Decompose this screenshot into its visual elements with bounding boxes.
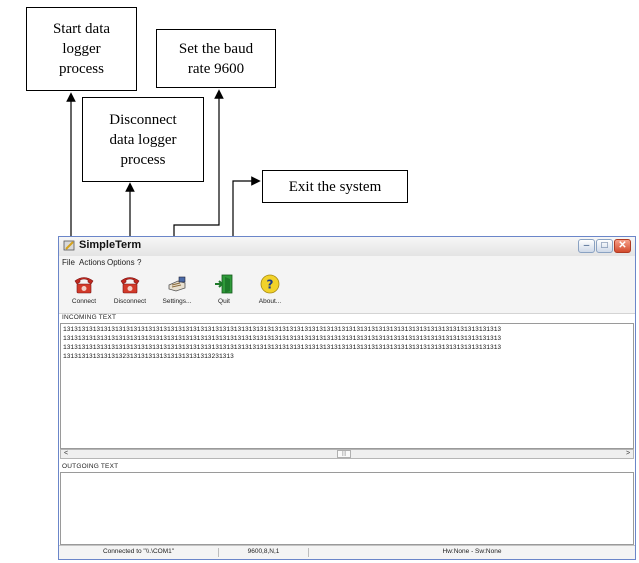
close-button[interactable]: ✕: [614, 239, 631, 253]
quit-label: Quit: [218, 298, 230, 305]
status-flow-control: Hw:None - Sw:None: [442, 548, 502, 555]
menu-help[interactable]: ?: [137, 258, 141, 267]
about-button[interactable]: ? About...: [247, 272, 293, 310]
menu-options[interactable]: Options: [107, 258, 135, 267]
quit-button[interactable]: Quit: [201, 272, 247, 310]
menu-file[interactable]: File: [62, 258, 75, 267]
outgoing-text-label: OUTGOING TEXT: [62, 463, 119, 470]
disconnect-button[interactable]: Disconnect: [107, 272, 153, 310]
status-bar: Connected to "\\.\COM1" 9600,8,N,1 Hw:No…: [59, 545, 635, 559]
connect-label: Connect: [71, 298, 97, 305]
incoming-line: 1313131313131313131313131313131313131313…: [63, 335, 502, 342]
incoming-line: 1313131313131313131313131313131313131313…: [63, 326, 502, 333]
minimize-button[interactable]: –: [578, 239, 595, 253]
incoming-line: 1313131313131313231313131313131313131313…: [63, 353, 234, 360]
scroll-thumb[interactable]: |||: [337, 450, 351, 458]
simpleterm-window: SimpleTerm – □ ✕ File Actions Options ? …: [58, 236, 636, 560]
maximize-button[interactable]: □: [596, 239, 613, 253]
question-icon: ?: [260, 274, 280, 294]
horizontal-scrollbar[interactable]: < ||| >: [60, 449, 634, 459]
title-bar[interactable]: SimpleTerm – □ ✕: [59, 237, 635, 257]
settings-button[interactable]: Settings...: [154, 272, 200, 310]
outgoing-text-area[interactable]: [60, 472, 634, 545]
about-label: About...: [258, 298, 282, 305]
red-telephone-icon: [120, 277, 140, 294]
settings-label: Settings...: [162, 298, 192, 305]
svg-text:?: ?: [267, 278, 274, 292]
red-telephone-icon: [74, 277, 94, 294]
incoming-line: 1313131313131313131313131313131313131313…: [63, 344, 502, 351]
window-title: SimpleTerm: [79, 239, 142, 251]
menu-bar: File Actions Options ?: [59, 256, 635, 270]
menu-actions[interactable]: Actions: [79, 258, 105, 267]
toolbar: Connect Disconnect Settings... Quit ? Ab…: [59, 270, 635, 314]
incoming-text-label: INCOMING TEXT: [62, 314, 117, 321]
disconnect-label: Disconnect: [113, 298, 147, 305]
settings-hand-icon: [168, 276, 186, 292]
connect-button[interactable]: Connect: [61, 272, 107, 310]
status-settings: 9600,8,N,1: [219, 548, 309, 557]
exit-door-icon: [215, 274, 233, 294]
scroll-right-arrow[interactable]: >: [623, 450, 633, 458]
status-connection: Connected to "\\.\COM1": [59, 548, 219, 557]
app-icon: [63, 240, 75, 251]
scroll-left-arrow[interactable]: <: [61, 450, 71, 458]
incoming-text-area[interactable]: 1313131313131313131313131313131313131313…: [60, 323, 634, 449]
